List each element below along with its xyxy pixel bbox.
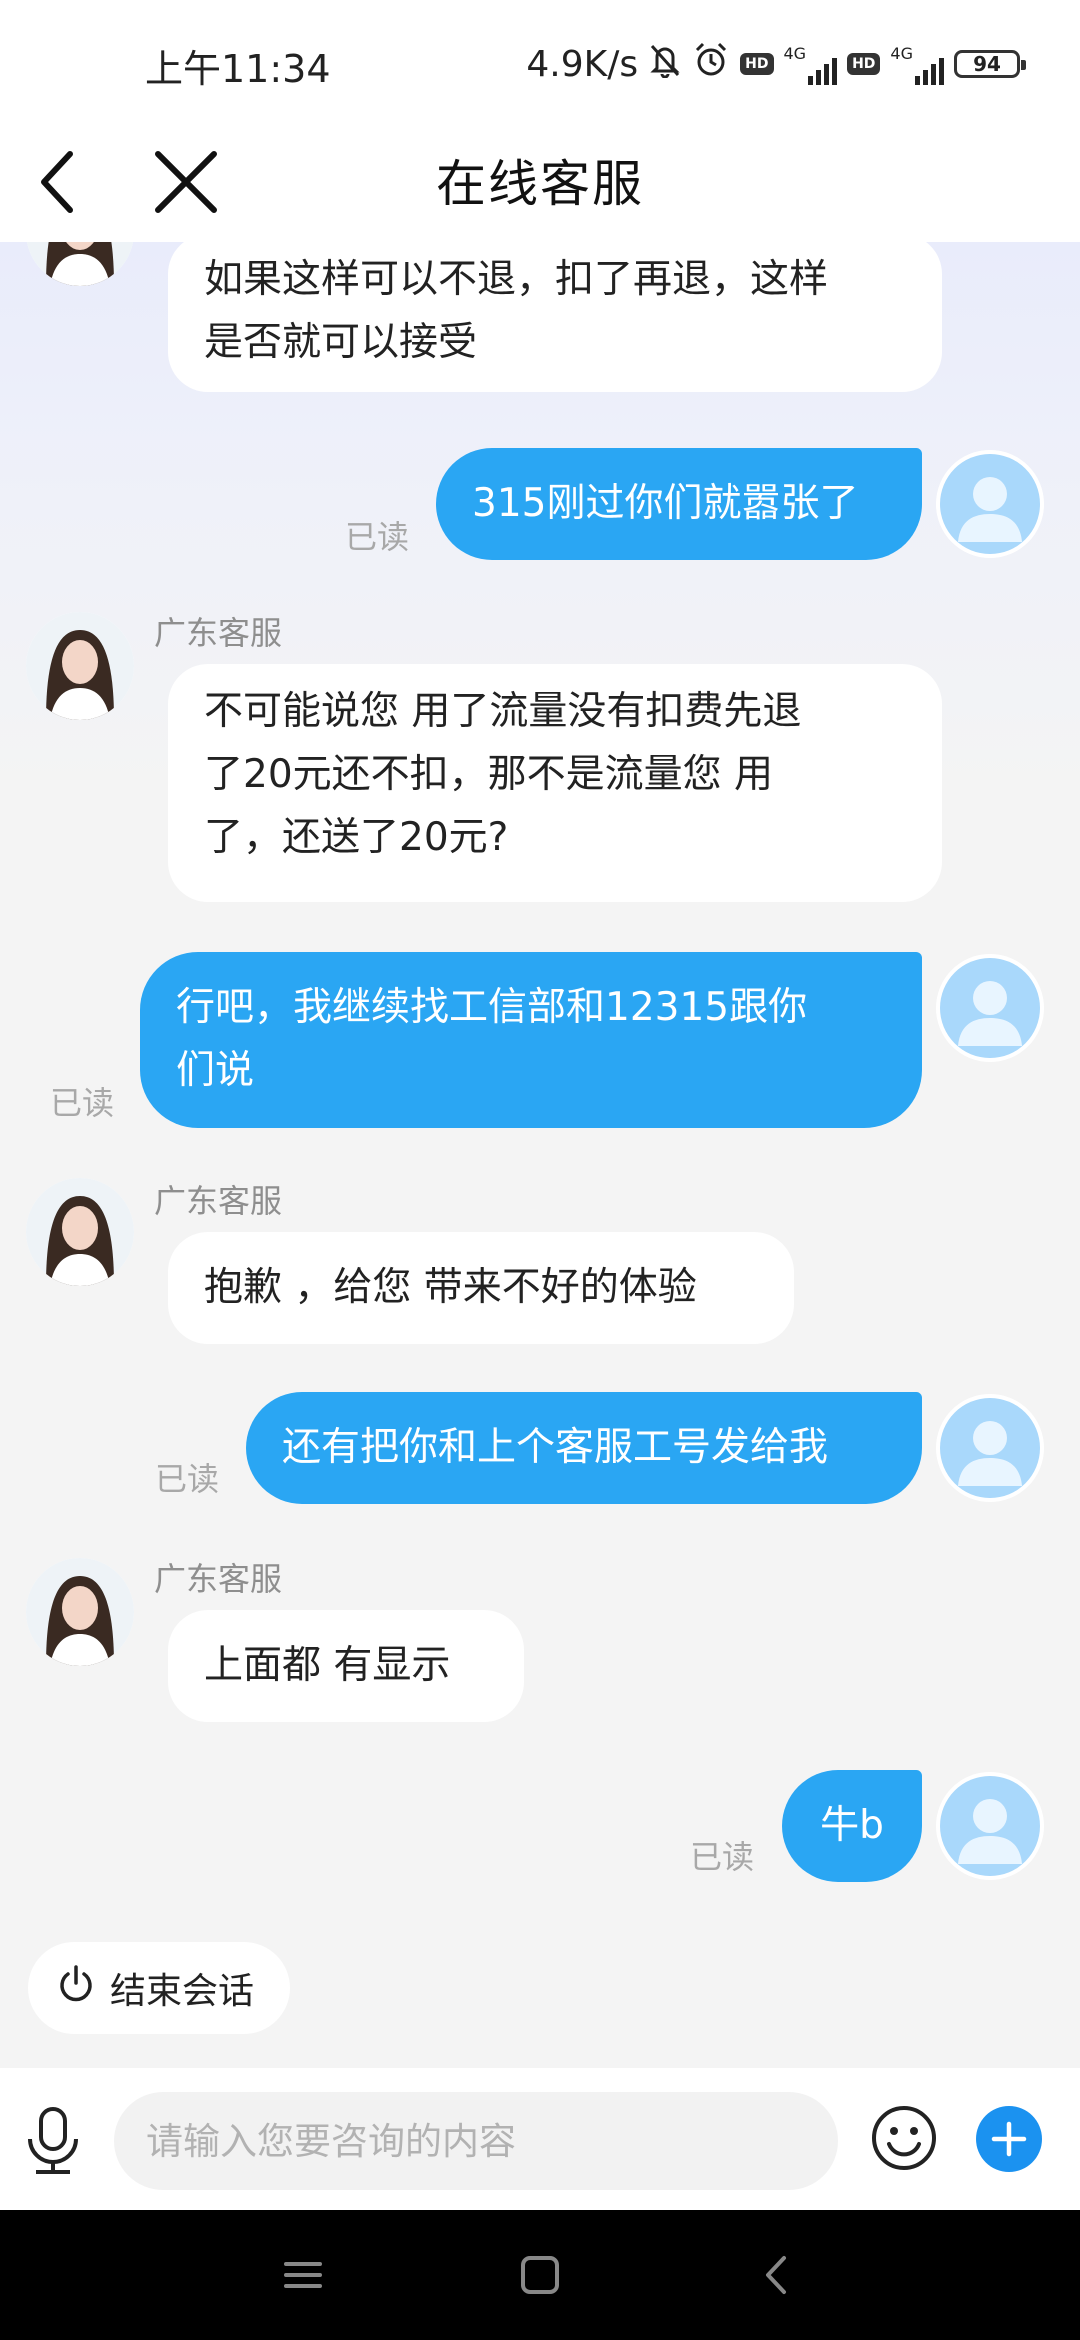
signal-1: 4G: [784, 44, 838, 85]
message-line: 了，还送了20元?: [204, 815, 509, 860]
nav-back-button[interactable]: [752, 2250, 802, 2300]
home-square-icon: [521, 2256, 559, 2294]
user-avatar: [936, 450, 1044, 558]
read-status: 已读: [345, 518, 410, 556]
read-status: 已读: [155, 1460, 220, 1498]
agent-name: 广东客服: [154, 614, 283, 652]
battery-indicator: 94: [954, 50, 1026, 78]
message-bubble-incoming: 不可能说您 用了流量没有扣费先退 了20元还不扣，那不是流量您 用 了，还送了2…: [168, 664, 942, 902]
back-triangle-icon: [766, 2256, 786, 2294]
hd-badge-1: HD: [740, 53, 774, 75]
alarm-icon: [692, 41, 730, 88]
read-status: 已读: [50, 1084, 115, 1122]
message-line: 了20元还不扣，那不是流量您 用: [204, 752, 774, 797]
message-bubble-outgoing: 还有把你和上个客服工号发给我: [246, 1392, 922, 1504]
plus-icon: [991, 2121, 1027, 2157]
message-line: 们说: [176, 1048, 255, 1093]
power-icon: [56, 1964, 96, 2013]
read-status: 已读: [690, 1838, 755, 1876]
message-input[interactable]: [114, 2092, 838, 2190]
message-line: 行吧，我继续找工信部和12315跟你: [176, 985, 808, 1030]
status-bar: 上午11:34 4.9K/s HD 4G HD 4G 94: [0, 0, 1080, 120]
message-bubble-incoming: 抱歉 ，给您 带来不好的体验: [168, 1232, 794, 1344]
menu-button[interactable]: [278, 2250, 328, 2300]
agent-name: 广东客服: [154, 1560, 283, 1598]
status-time: 上午11:34: [145, 47, 331, 91]
message-line: 是否就可以接受: [204, 320, 478, 365]
status-indicators: 4.9K/s HD 4G HD 4G 94: [526, 36, 1026, 92]
chat-area[interactable]: 如果这样可以不退，扣了再退，这样 是否就可以接受 已读 315刚过你们就嚣张了 …: [0, 242, 1080, 2068]
input-bar: [0, 2068, 1080, 2210]
message-bubble-outgoing: 牛b: [782, 1770, 922, 1882]
agent-avatar: [26, 1558, 134, 1666]
microphone-icon: [28, 2107, 78, 2174]
agent-avatar: [26, 242, 134, 286]
user-avatar: [936, 1394, 1044, 1502]
page-title: 在线客服: [436, 155, 644, 213]
signal-bars-icon: [915, 55, 944, 85]
bell-off-icon: [648, 42, 682, 87]
end-session-button[interactable]: 结束会话: [28, 1942, 290, 2034]
message-bubble-incoming: 如果这样可以不退，扣了再退，这样 是否就可以接受: [168, 242, 942, 392]
message-bubble-outgoing: 315刚过你们就嚣张了: [436, 448, 922, 560]
agent-avatar: [26, 1178, 134, 1286]
agent-name: 广东客服: [154, 1182, 283, 1220]
home-button[interactable]: [515, 2250, 565, 2300]
user-avatar: [936, 1772, 1044, 1880]
message-bubble-incoming: 上面都 有显示: [168, 1610, 524, 1722]
net-speed: 4.9K/s: [526, 43, 639, 85]
message-line: 不可能说您 用了流量没有扣费先退: [204, 689, 802, 734]
message-line: 如果这样可以不退，扣了再退，这样: [204, 257, 829, 302]
signal-2: 4G: [890, 44, 944, 85]
hd-badge-2: HD: [847, 53, 881, 75]
header: 在线客服: [0, 120, 1080, 242]
network-type-1: 4G: [783, 43, 807, 63]
voice-input-button[interactable]: [24, 2106, 82, 2176]
end-session-label: 结束会话: [110, 1971, 255, 2012]
emoji-button[interactable]: [870, 2104, 938, 2172]
more-button[interactable]: [976, 2106, 1042, 2172]
system-nav-bar: [0, 2210, 1080, 2340]
message-bubble-outgoing: 行吧，我继续找工信部和12315跟你 们说: [140, 952, 922, 1128]
user-avatar: [936, 954, 1044, 1062]
menu-icon: [284, 2262, 322, 2288]
signal-bars-icon: [808, 55, 838, 85]
network-type-2: 4G: [890, 43, 913, 63]
smiley-icon: [872, 2106, 936, 2170]
agent-avatar: [26, 612, 134, 720]
